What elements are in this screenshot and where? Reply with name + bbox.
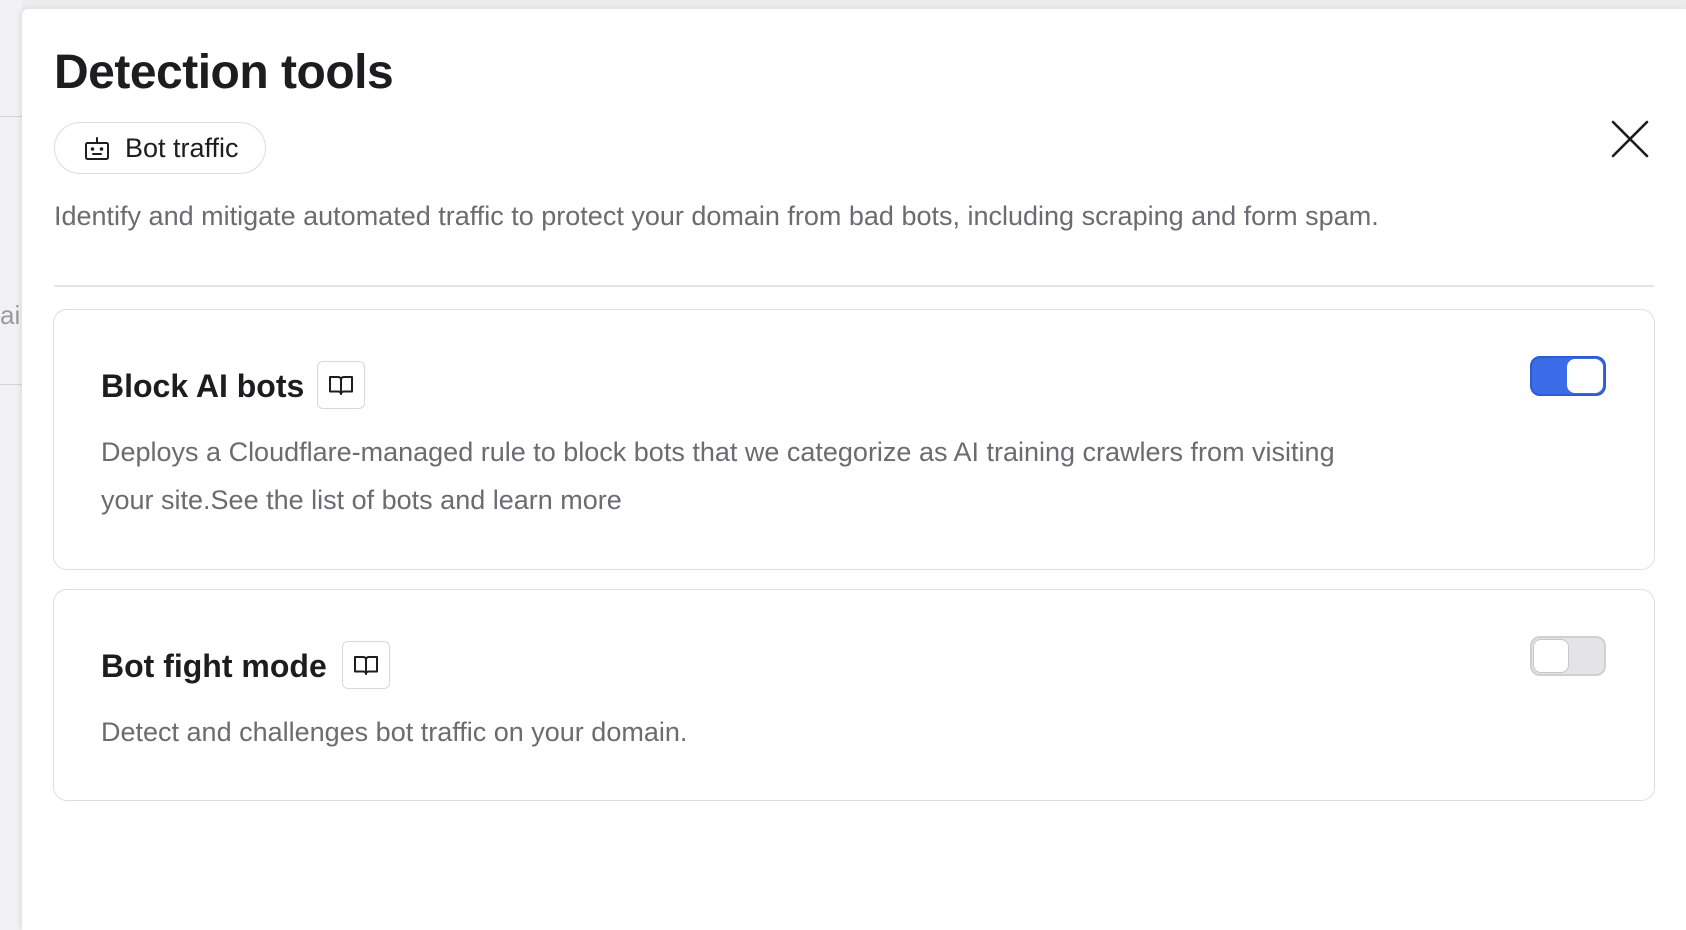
block-ai-bots-card: Block AI bots Deploys a Cloudflare-manag… [53,309,1655,570]
toggle-knob [1533,639,1569,673]
bot-fight-mode-toggle[interactable] [1530,636,1606,676]
bot-fight-mode-card: Bot fight mode Detect and challenges bot… [53,589,1655,801]
background-page: ai [0,0,22,930]
toggle-knob [1567,359,1603,393]
close-button[interactable] [1606,115,1654,163]
panel-description: Identify and mitigate automated traffic … [54,201,1379,231]
card-title: Block AI bots [101,368,305,404]
section-divider [54,285,1654,287]
background-divider [0,116,22,117]
page-title: Detection tools [54,46,394,99]
background-text: ai [0,300,21,330]
card-description: Deploys a Cloudflare-managed rule to blo… [101,437,1335,515]
bot-traffic-tag: Bot traffic [54,122,266,174]
documentation-button[interactable] [317,361,365,409]
card-description: Detect and challenges bot traffic on you… [101,717,688,747]
documentation-button[interactable] [342,641,390,689]
book-open-icon [329,376,353,395]
block-ai-bots-toggle[interactable] [1530,356,1606,396]
tag-label: Bot traffic [125,132,239,163]
robot-icon [83,134,111,162]
background-divider [0,384,22,385]
book-open-icon [354,656,378,675]
card-title: Bot fight mode [101,648,327,684]
close-icon [1611,120,1649,158]
detection-tools-panel: Detection tools Bot traffic Identify and… [22,9,1686,930]
